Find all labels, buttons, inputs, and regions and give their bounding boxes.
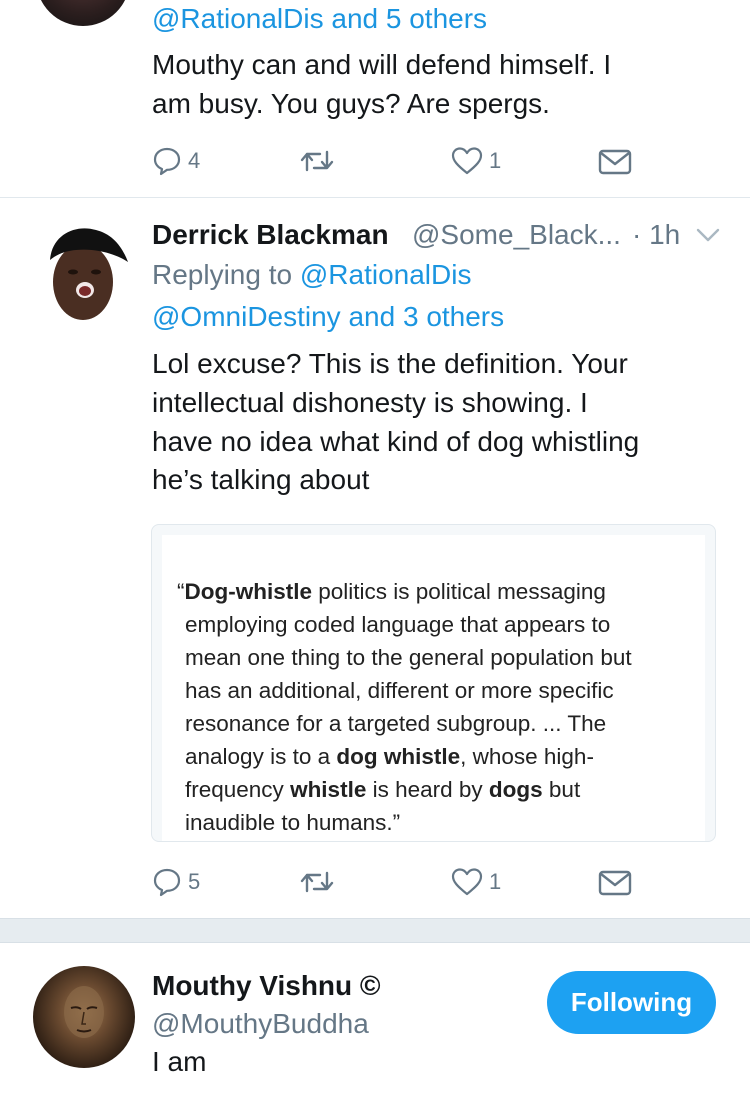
following-button[interactable]: Following [547,971,716,1034]
tweet1-dm-button[interactable] [598,148,632,176]
tweet2-text-line-1: Lol excuse? This is the definition. Your [152,348,628,379]
retweet-icon [299,146,335,176]
tweet2-text-line-2: intellectual dishonesty is showing. I [152,387,588,418]
replying-user-link[interactable]: @RationalDis [300,259,472,290]
like-icon [451,867,483,897]
quote-line: inaudible to humans.” [185,810,401,835]
tweet2-menu-button[interactable] [696,227,720,248]
section-separator [0,918,750,943]
like-count: 1 [489,148,502,173]
tweet1-text-line-2: am busy. You guys? Are spergs. [152,88,550,119]
tweet2-text-line-3: have no idea what kind of dog whistling [152,426,640,457]
tweet2-replying-to: Replying to @RationalDis [152,258,471,292]
quote-line: frequency whistle is heard by dogs but [185,777,581,802]
tweet1-text-line-1: Mouthy can and will defend himself. I [152,49,612,80]
tweet2-timestamp[interactable]: · 1h [632,218,680,252]
tweet2-media-image[interactable]: “Dog-whistle politics is political messa… [151,524,716,842]
quote-line: mean one thing to the general population… [185,645,632,670]
reply-icon [152,867,182,897]
media-image-inner: “Dog-whistle politics is political messa… [162,535,705,841]
tweet1-like-button[interactable]: 1 [451,146,501,176]
quote-line: analogy is to a dog whistle, whose high- [185,744,594,769]
tweet2-retweet-button[interactable] [299,867,335,897]
quote-line: resonance for a targeted subgroup. ... T… [185,711,607,736]
quote-line: “Dog-whistle politics is political messa… [177,579,606,604]
dm-icon [598,148,632,176]
replying-others-link[interactable]: @OmniDestiny and 3 others [152,300,504,334]
chevron-down-icon [696,228,720,247]
like-icon [451,146,483,176]
quote-line: employing coded language that appears to [185,612,611,637]
like-count: 1 [489,869,502,894]
tweet2-dm-button[interactable] [598,869,632,897]
profile-bio: I am [152,1046,207,1077]
dog-whistle-definition: “Dog-whistle politics is political messa… [177,575,705,839]
tweet1-retweet-button[interactable] [299,146,335,176]
retweet-icon [299,867,335,897]
tweet2-like-button[interactable]: 1 [451,867,501,897]
tweet2-reply-button[interactable]: 5 [152,867,200,897]
tweet2-handle[interactable]: @Some_Black... [412,218,621,252]
reply-icon [152,146,182,176]
tweet2-text-line-4: he’s talking about [152,464,370,495]
dm-icon [598,869,632,897]
profile-avatar[interactable] [33,966,135,1068]
reply-count: 4 [188,148,201,173]
profile-handle[interactable]: @MouthyBuddha [152,1007,369,1041]
tweet1-reply-button[interactable]: 4 [152,146,200,176]
reply-count: 5 [188,869,201,894]
quote-line: has an additional, different or more spe… [185,678,614,703]
tweet-divider [0,197,750,198]
replying-label: Replying to [152,259,300,290]
tweet2-avatar[interactable] [36,220,130,324]
profile-display-name[interactable]: Mouthy Vishnu © [152,969,381,1003]
tweet1-replying-to[interactable]: @RationalDis and 5 others [152,2,487,36]
tweet2-display-name[interactable]: Derrick Blackman [152,218,389,252]
tweet1-avatar[interactable] [36,0,130,26]
